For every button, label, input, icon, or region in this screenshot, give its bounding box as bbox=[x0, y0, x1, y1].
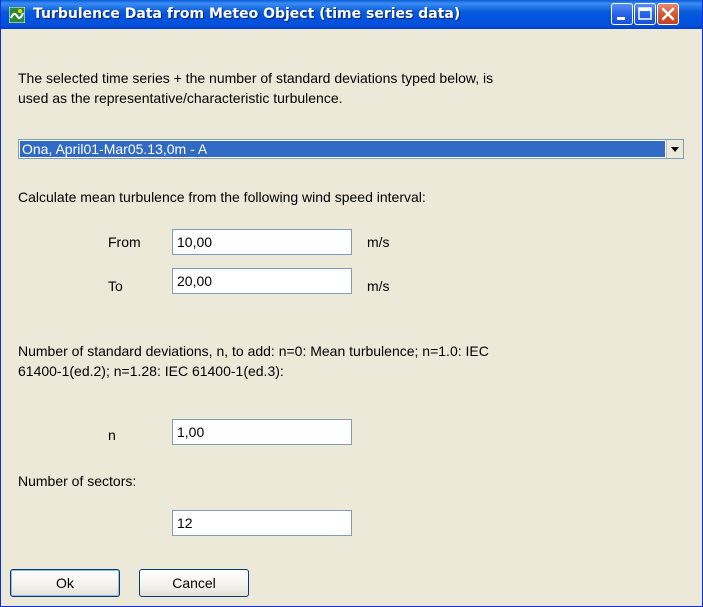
minimize-button[interactable] bbox=[611, 3, 633, 25]
window-title: Turbulence Data from Meteo Object (time … bbox=[33, 6, 461, 22]
n-label: n bbox=[108, 427, 116, 443]
n-input[interactable]: 1,00 bbox=[172, 419, 352, 445]
std-text-line2: 61400-1(ed.2); n=1.28: IEC 61400-1(ed.3)… bbox=[18, 363, 284, 379]
chevron-down-icon bbox=[671, 147, 679, 152]
time-series-select[interactable]: Ona, April01-Mar05.13,0m - A bbox=[18, 139, 684, 159]
minimize-icon bbox=[617, 17, 625, 20]
close-button[interactable] bbox=[657, 3, 679, 25]
from-label: From bbox=[108, 234, 141, 250]
ok-button[interactable]: Ok bbox=[10, 569, 120, 597]
title-bar[interactable]: Turbulence Data from Meteo Object (time … bbox=[1, 0, 702, 29]
to-unit: m/s bbox=[367, 278, 390, 294]
from-unit: m/s bbox=[367, 234, 390, 250]
dialog-window: Turbulence Data from Meteo Object (time … bbox=[0, 0, 703, 607]
dropdown-button[interactable] bbox=[666, 140, 683, 158]
intro-text-line2: used as the representative/characteristi… bbox=[18, 90, 343, 106]
from-speed-input[interactable]: 10,00 bbox=[172, 229, 352, 255]
std-text-line1: Number of standard deviations, n, to add… bbox=[18, 343, 489, 359]
meteo-app-icon bbox=[8, 6, 26, 24]
time-series-selected-value: Ona, April01-Mar05.13,0m - A bbox=[20, 141, 665, 157]
sectors-input[interactable]: 12 bbox=[172, 510, 352, 536]
to-speed-input[interactable]: 20,00 bbox=[172, 268, 352, 294]
cancel-button[interactable]: Cancel bbox=[139, 569, 249, 597]
close-icon bbox=[661, 7, 675, 21]
sectors-label: Number of sectors: bbox=[18, 473, 137, 489]
maximize-icon bbox=[638, 7, 652, 20]
to-label: To bbox=[108, 278, 123, 294]
interval-text: Calculate mean turbulence from the follo… bbox=[18, 189, 426, 205]
intro-text-line1: The selected time series + the number of… bbox=[18, 70, 494, 86]
maximize-button[interactable] bbox=[634, 3, 656, 25]
